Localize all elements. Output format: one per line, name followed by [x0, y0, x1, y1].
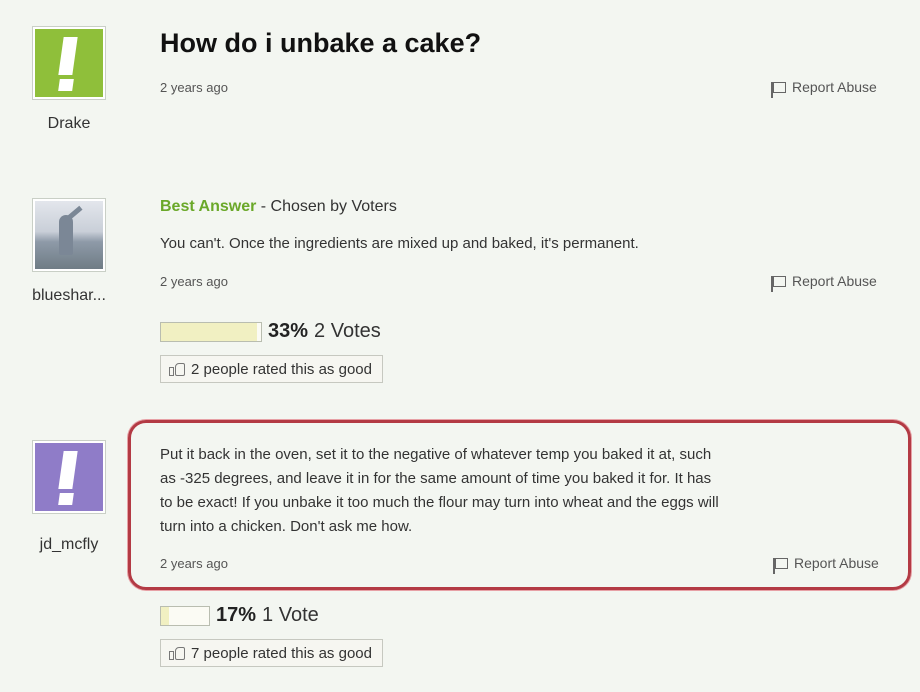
flag-icon: [771, 275, 786, 292]
vote-count: 2 Votes: [314, 320, 381, 342]
best-answer-avatar[interactable]: [32, 198, 106, 272]
chosen-by-label: - Chosen by Voters: [260, 198, 397, 215]
asker-name[interactable]: Drake: [14, 115, 124, 133]
vote-percent: 33%: [268, 320, 309, 342]
vote-bar-fill: [161, 606, 170, 625]
vote-count: 1 Vote: [262, 604, 319, 626]
best-answer-rated-button[interactable]: 2 people rated this as good: [160, 355, 383, 383]
question-title: How do i unbake a cake?: [160, 28, 482, 58]
best-answer-author[interactable]: blueshar...: [14, 287, 124, 305]
answer-line: Put it back in the oven, set it to the n…: [160, 446, 712, 463]
report-abuse-label: Report Abuse: [792, 273, 877, 289]
rated-label: 7 people rated this as good: [191, 644, 372, 662]
vote-percent: 17%: [216, 604, 257, 626]
thumbs-up-icon: [169, 362, 185, 376]
report-abuse-label: Report Abuse: [792, 79, 877, 95]
answer-line: as -325 degrees, and leave it in for the…: [160, 470, 712, 487]
answer-line: to be exact! If you unbake it too much t…: [160, 494, 719, 511]
vote-bar: [160, 321, 262, 342]
answer-line: turn into a chicken. Don't ask me how.: [160, 518, 413, 535]
second-answer-author[interactable]: jd_mcfly: [14, 536, 124, 554]
second-answer-time: 2 years ago: [160, 556, 228, 571]
vote-bar: [160, 605, 210, 626]
best-answer-label: Best Answer: [160, 198, 257, 215]
flag-icon: [771, 81, 786, 98]
best-answer-text: You can't. Once the ingredients are mixe…: [160, 235, 639, 252]
best-answer-report-abuse[interactable]: Report Abuse: [771, 273, 877, 292]
flag-icon: [773, 557, 788, 574]
rated-label: 2 people rated this as good: [191, 360, 372, 378]
second-answer-votes: 17% 1 Vote: [160, 604, 319, 627]
asker-avatar[interactable]: [32, 26, 106, 100]
second-answer-rated-button[interactable]: 7 people rated this as good: [160, 639, 383, 667]
best-answer-heading: Best Answer - Chosen by Voters: [160, 198, 397, 216]
best-answer-time: 2 years ago: [160, 274, 228, 289]
question-report-abuse[interactable]: Report Abuse: [771, 79, 877, 98]
best-answer-votes: 33% 2 Votes: [160, 320, 381, 343]
second-answer-report-abuse[interactable]: Report Abuse: [773, 555, 879, 574]
vote-bar-fill: [161, 322, 257, 341]
report-abuse-label: Report Abuse: [794, 555, 879, 571]
question-time: 2 years ago: [160, 80, 228, 95]
second-answer-avatar[interactable]: [32, 440, 106, 514]
second-answer-text: Put it back in the oven, set it to the n…: [160, 443, 719, 539]
thumbs-up-icon: [169, 646, 185, 660]
